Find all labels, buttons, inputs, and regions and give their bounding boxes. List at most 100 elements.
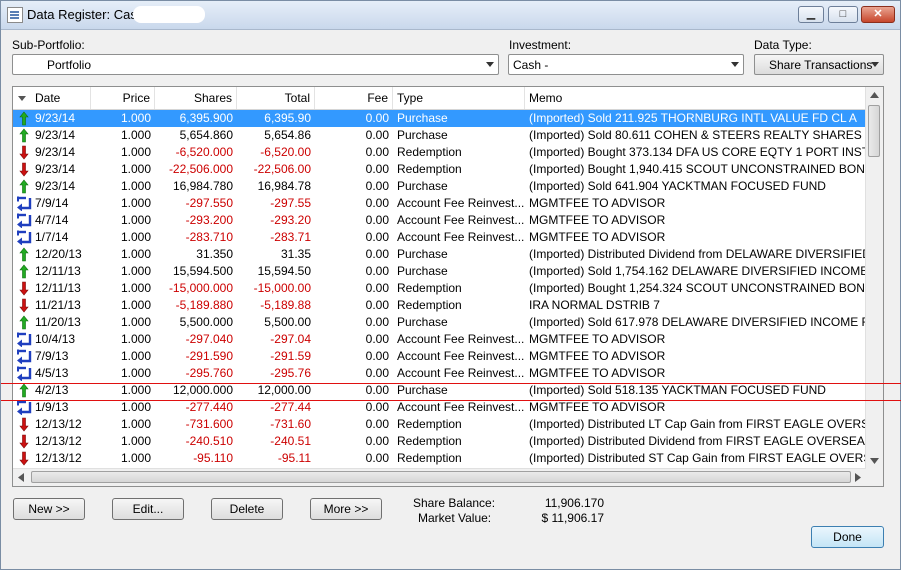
- horizontal-scrollbar[interactable]: [13, 468, 866, 486]
- column-header-price[interactable]: Price: [91, 87, 155, 109]
- cell-memo: MGMTFEE TO ADVISOR: [529, 400, 666, 414]
- cell-fee: 0.00: [365, 434, 389, 448]
- data-type-select[interactable]: Share Transactions: [754, 54, 884, 75]
- investment-value: Cash -: [513, 58, 549, 72]
- data-type-value: Share Transactions: [769, 58, 873, 72]
- table-row[interactable]: 4/7/14 1.000 -293.200 -293.20 0.00 Account Fe…: [13, 212, 868, 229]
- cell-fee: 0.00: [365, 230, 389, 244]
- title-bar: Data Register: Cash - ▁ □ ✕: [1, 1, 900, 30]
- edit-button[interactable]: Edit...: [112, 498, 184, 520]
- sub-portfolio-select[interactable]: Portfolio: [12, 54, 499, 75]
- reinvest-arrow-icon: [16, 213, 32, 229]
- table-row[interactable]: 4/5/13 1.000 -295.760 -295.76 0.00 Account Fe…: [13, 365, 868, 382]
- cell-shares: -15,000.000: [168, 281, 233, 295]
- cell-shares: 15,594.500: [172, 264, 233, 278]
- column-header-shares[interactable]: Shares: [155, 87, 237, 109]
- column-header-fee[interactable]: Fee: [315, 87, 393, 109]
- table-row[interactable]: 12/11/13 1.000 -15,000.000 -15,000.00 0.00 Re…: [13, 280, 868, 297]
- up-arrow-icon-graphic: [19, 247, 29, 262]
- redacted-name: [133, 6, 205, 23]
- scroll-down-icon[interactable]: [870, 458, 879, 464]
- down-arrow-icon: [16, 281, 32, 296]
- table-row[interactable]: 11/20/13 1.000 5,500.000 5,500.00 0.00 Purcha…: [13, 314, 868, 331]
- cell-fee: 0.00: [365, 128, 389, 142]
- cell-price: 1.000: [120, 196, 151, 210]
- cell-shares: -277.440: [185, 400, 233, 414]
- cell-total: 16,984.78: [257, 179, 311, 193]
- table-row[interactable]: 12/13/12 1.000 -95.110 -95.11 0.00 Redemption…: [13, 450, 868, 467]
- cell-shares: -293.200: [185, 213, 233, 227]
- table-row[interactable]: 7/9/13 1.000 -291.590 -291.59 0.00 Account Fe…: [13, 348, 868, 365]
- cell-type: Redemption: [397, 417, 462, 431]
- cell-fee: 0.00: [365, 349, 389, 363]
- down-arrow-icon: [16, 451, 32, 466]
- table-row[interactable]: 9/23/14 1.000 -22,506.000 -22,506.00 0.00 Red…: [13, 161, 868, 178]
- cell-price: 1.000: [120, 264, 151, 278]
- cell-memo: (Imported) Sold 1,754.162 DELAWARE DIVER…: [529, 264, 868, 278]
- annotation-line-top: [1, 383, 901, 384]
- scroll-right-icon[interactable]: [855, 473, 861, 482]
- chevron-down-icon: [731, 62, 739, 67]
- investment-select[interactable]: Cash -: [508, 54, 744, 75]
- cell-price: 1.000: [120, 400, 151, 414]
- cell-price: 1.000: [120, 111, 151, 125]
- table-row[interactable]: 1/9/13 1.000 -277.440 -277.44 0.00 Account Fe…: [13, 399, 868, 416]
- table-row[interactable]: 7/9/14 1.000 -297.550 -297.55 0.00 Account Fe…: [13, 195, 868, 212]
- cell-shares: 5,654.860: [179, 128, 233, 142]
- cell-shares: -22,506.000: [168, 162, 233, 176]
- cell-total: -6,520.00: [260, 145, 311, 159]
- minimize-button[interactable]: ▁: [798, 6, 824, 23]
- sort-icon[interactable]: [18, 96, 26, 101]
- cell-price: 1.000: [120, 128, 151, 142]
- cell-date: 12/13/12: [35, 451, 82, 465]
- table-row[interactable]: 9/23/14 1.000 5,654.860 5,654.86 0.00 Purchas…: [13, 127, 868, 144]
- down-arrow-icon-graphic: [19, 451, 29, 466]
- table-row[interactable]: 1/7/14 1.000 -283.710 -283.71 0.00 Account Fe…: [13, 229, 868, 246]
- cell-total: -297.04: [270, 332, 311, 346]
- table-row[interactable]: 12/11/13 1.000 15,594.500 15,594.50 0.00 Purc…: [13, 263, 868, 280]
- cell-fee: 0.00: [365, 400, 389, 414]
- cell-date: 10/4/13: [35, 332, 76, 346]
- cell-shares: 12,000.000: [172, 383, 233, 397]
- horizontal-scroll-thumb[interactable]: [31, 471, 851, 483]
- up-arrow-icon-graphic: [19, 264, 29, 279]
- table-row[interactable]: 9/23/14 1.000 -6,520.000 -6,520.00 0.00 Redem…: [13, 144, 868, 161]
- column-header-memo[interactable]: Memo: [525, 87, 868, 109]
- table-row[interactable]: 9/23/14 1.000 16,984.780 16,984.78 0.00 Purch…: [13, 178, 868, 195]
- cell-price: 1.000: [120, 162, 151, 176]
- vertical-scroll-thumb[interactable]: [868, 105, 880, 157]
- column-header-type[interactable]: Type: [393, 87, 525, 109]
- cell-memo: (Imported) Sold 211.925 THORNBURG INTL V…: [529, 111, 857, 125]
- table-row[interactable]: 12/13/12 1.000 -240.510 -240.51 0.00 Redempti…: [13, 433, 868, 450]
- scroll-up-icon[interactable]: [870, 92, 879, 98]
- table-row[interactable]: 12/13/12 1.000 -731.600 -731.60 0.00 Redempti…: [13, 416, 868, 433]
- up-arrow-icon-graphic: [19, 383, 29, 398]
- table-row[interactable]: 9/23/14 1.000 6,395.900 6,395.90 0.00 Purchas…: [13, 110, 868, 127]
- cell-memo: (Imported) Sold 80.611 COHEN & STEERS RE…: [529, 128, 862, 142]
- table-row[interactable]: 4/2/13 1.000 12,000.000 12,000.00 0.00 Purcha…: [13, 382, 868, 399]
- cell-price: 1.000: [120, 281, 151, 295]
- column-header-total[interactable]: Total: [237, 87, 315, 109]
- vertical-scrollbar[interactable]: [865, 87, 883, 469]
- table-row[interactable]: 10/4/13 1.000 -297.040 -297.04 0.00 Account F…: [13, 331, 868, 348]
- reinvest-arrow-icon: [16, 349, 32, 365]
- scroll-left-icon[interactable]: [18, 473, 24, 482]
- cell-fee: 0.00: [365, 298, 389, 312]
- maximize-button[interactable]: □: [828, 6, 858, 23]
- close-button[interactable]: ✕: [861, 6, 895, 23]
- cell-total: -731.60: [270, 417, 311, 431]
- column-header-date[interactable]: Date: [31, 87, 91, 109]
- cell-date: 12/13/12: [35, 434, 82, 448]
- table-row[interactable]: 11/21/13 1.000 -5,189.880 -5,189.88 0.00 Rede…: [13, 297, 868, 314]
- cell-type: Account Fee Reinvest...: [397, 349, 525, 363]
- more-button[interactable]: More >>: [310, 498, 382, 520]
- cell-fee: 0.00: [365, 417, 389, 431]
- cell-shares: -295.760: [185, 366, 233, 380]
- new-button[interactable]: New >>: [13, 498, 85, 520]
- cell-fee: 0.00: [365, 366, 389, 380]
- table-row[interactable]: 12/20/13 1.000 31.350 31.35 0.00 Purchase (Imp…: [13, 246, 868, 263]
- delete-button[interactable]: Delete: [211, 498, 283, 520]
- cell-fee: 0.00: [365, 179, 389, 193]
- reinvest-arrow-icon: [16, 230, 32, 246]
- done-button[interactable]: Done: [811, 526, 884, 548]
